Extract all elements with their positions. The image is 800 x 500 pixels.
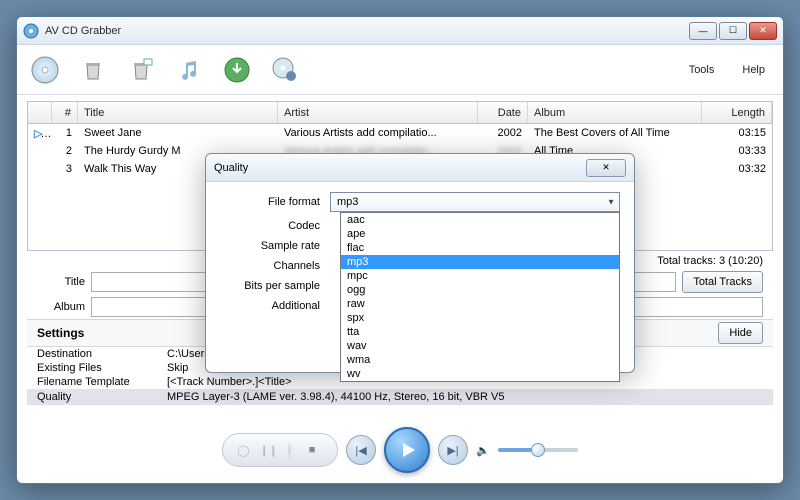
- quality-dialog: Quality ✕ File format mp3▼ Codec Sample …: [205, 153, 635, 373]
- dialog-close-button[interactable]: ✕: [586, 159, 626, 177]
- additional-label: Additional: [220, 300, 330, 312]
- tools-menu[interactable]: Tools: [681, 60, 723, 80]
- volume-slider[interactable]: [498, 448, 578, 452]
- file-format-label: File format: [220, 196, 330, 208]
- file-format-dropdown[interactable]: aacapeflacmp3mpcoggrawspxttawavwmawv: [340, 212, 620, 382]
- maximize-button[interactable]: ☐: [719, 22, 747, 40]
- download-icon[interactable]: [219, 52, 255, 88]
- format-option-aac[interactable]: aac: [341, 213, 619, 227]
- cd-icon[interactable]: [27, 52, 63, 88]
- table-header: # Title Artist Date Album Length: [28, 102, 772, 124]
- col-num[interactable]: #: [52, 102, 78, 123]
- format-option-mp3[interactable]: mp3: [341, 255, 619, 269]
- music-notes-icon[interactable]: [171, 52, 207, 88]
- col-title[interactable]: Title: [78, 102, 278, 123]
- app-icon: [23, 23, 39, 39]
- format-option-wv[interactable]: wv: [341, 367, 619, 381]
- main-window: AV CD Grabber — ☐ ✕ Tools Help # Title A…: [16, 16, 784, 484]
- format-option-wav[interactable]: wav: [341, 339, 619, 353]
- format-option-ogg[interactable]: ogg: [341, 283, 619, 297]
- format-option-ape[interactable]: ape: [341, 227, 619, 241]
- total-tracks-label: Total tracks: 3 (10:20): [657, 255, 763, 267]
- dialog-title: Quality: [214, 162, 586, 174]
- hide-button[interactable]: Hide: [718, 322, 763, 344]
- setting-quality[interactable]: QualityMPEG Layer-3 (LAME ver. 3.98.4), …: [27, 389, 773, 405]
- playing-icon: ▷▷: [34, 128, 51, 140]
- channels-label: Channels: [220, 260, 330, 272]
- play-button[interactable]: [384, 427, 430, 473]
- window-controls: — ☐ ✕: [689, 22, 777, 40]
- cd-settings-icon[interactable]: [267, 52, 303, 88]
- bits-label: Bits per sample: [220, 280, 330, 292]
- toolbar: Tools Help: [17, 45, 783, 95]
- total-tracks-button[interactable]: Total Tracks: [682, 271, 763, 293]
- record-icon[interactable]: ◯: [237, 444, 249, 457]
- minimize-button[interactable]: —: [689, 22, 717, 40]
- trash-list-icon[interactable]: [123, 52, 159, 88]
- format-option-flac[interactable]: flac: [341, 241, 619, 255]
- codec-label: Codec: [220, 220, 330, 232]
- format-option-tta[interactable]: tta: [341, 325, 619, 339]
- title-label: Title: [37, 276, 85, 288]
- window-title: AV CD Grabber: [45, 25, 689, 37]
- format-option-wma[interactable]: wma: [341, 353, 619, 367]
- dialog-titlebar: Quality ✕: [206, 154, 634, 182]
- titlebar: AV CD Grabber — ☐ ✕: [17, 17, 783, 45]
- trash-icon[interactable]: [75, 52, 111, 88]
- table-row[interactable]: ▷▷ 1 Sweet Jane Various Artists add comp…: [28, 124, 772, 142]
- col-artist[interactable]: Artist: [278, 102, 478, 123]
- stop-button[interactable]: ■: [301, 439, 323, 461]
- format-option-spx[interactable]: spx: [341, 311, 619, 325]
- sample-rate-label: Sample rate: [220, 240, 330, 252]
- pause-icon[interactable]: ❙❙: [260, 444, 278, 457]
- help-menu[interactable]: Help: [734, 60, 773, 80]
- format-option-mpc[interactable]: mpc: [341, 269, 619, 283]
- prev-button[interactable]: |◀: [346, 435, 376, 465]
- col-length[interactable]: Length: [702, 102, 772, 123]
- next-button[interactable]: ▶|: [438, 435, 468, 465]
- close-button[interactable]: ✕: [749, 22, 777, 40]
- file-format-combo[interactable]: mp3▼: [330, 192, 620, 212]
- album-label: Album: [37, 301, 85, 313]
- format-option-raw[interactable]: raw: [341, 297, 619, 311]
- col-date[interactable]: Date: [478, 102, 528, 123]
- transport-pill: ◯ ❙❙ ■: [222, 433, 338, 467]
- mute-icon[interactable]: 🔈: [476, 444, 490, 457]
- col-album[interactable]: Album: [528, 102, 702, 123]
- player-bar: ◯ ❙❙ ■ |◀ ▶| 🔈: [17, 427, 783, 473]
